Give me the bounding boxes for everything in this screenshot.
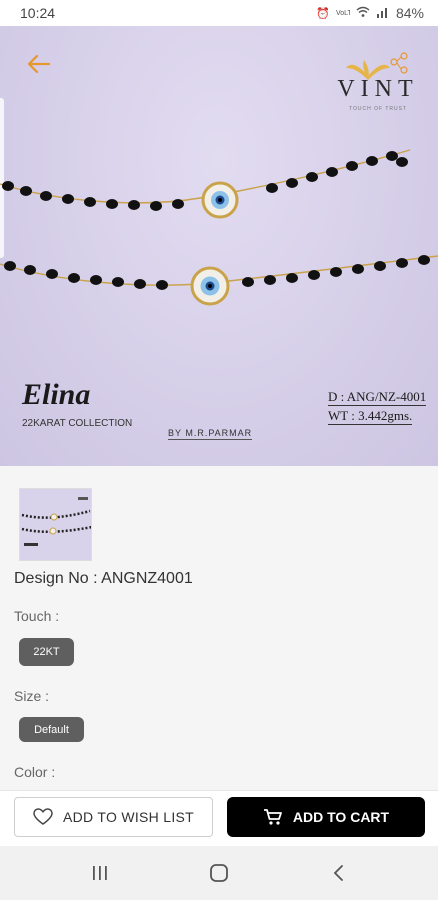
- recent-apps-icon: [92, 866, 107, 880]
- svg-text:VoLTE: VoLTE: [336, 10, 350, 17]
- wifi-icon: [356, 6, 370, 21]
- volte-icon: VoLTE: [336, 6, 357, 21]
- battery-level: 84%: [395, 5, 424, 21]
- upper-evil-eye: [201, 181, 239, 219]
- bracelets-illustration: [0, 149, 438, 306]
- status-time: 10:24: [20, 5, 56, 21]
- size-option-default[interactable]: Default: [19, 717, 84, 742]
- collection-title: Elina: [22, 378, 91, 411]
- touch-label: Touch :: [14, 608, 60, 624]
- add-to-wishlist-button[interactable]: ADD TO WISH LIST: [14, 797, 213, 837]
- weight-label: WT : 3.442gms.: [328, 408, 413, 425]
- back-button[interactable]: [22, 50, 54, 78]
- design-code-label: D : ANG/NZ-4001: [328, 389, 427, 406]
- touch-option-22kt[interactable]: 22KT: [19, 638, 74, 666]
- signal-icon: [376, 6, 390, 21]
- back-nav-button[interactable]: [308, 853, 368, 893]
- add-to-cart-button[interactable]: ADD TO CART: [227, 797, 425, 837]
- status-icons: ⏰ VoLTE 84%: [316, 5, 424, 21]
- color-label: Color :: [14, 764, 56, 780]
- cart-label: ADD TO CART: [292, 809, 390, 825]
- brand-name: VINT: [337, 76, 419, 102]
- alarm-icon: ⏰: [316, 7, 330, 20]
- thumbnail-image: [20, 489, 91, 560]
- product-thumbnail[interactable]: [19, 488, 92, 561]
- collection-subtitle: 22KARAT COLLECTION: [22, 418, 133, 429]
- action-bar: ADD TO WISH LIST ADD TO CART: [0, 790, 438, 846]
- chevron-left-icon: [334, 865, 344, 881]
- status-bar: 10:24 ⏰ VoLTE 84%: [0, 0, 438, 26]
- arrow-left-icon: [27, 54, 51, 74]
- home-button[interactable]: [189, 853, 249, 893]
- home-icon: [210, 864, 228, 882]
- system-nav-bar: [0, 846, 438, 900]
- product-details: Design No : ANGNZ4001 Touch : 22KT Size …: [0, 466, 438, 790]
- lower-evil-eye: [190, 266, 230, 306]
- brand-tagline: TOUCH OF TRUST: [349, 106, 407, 112]
- recent-apps-button[interactable]: [70, 853, 130, 893]
- wishlist-label: ADD TO WISH LIST: [62, 809, 195, 825]
- designer-byline: BY M.R.PARMAR: [168, 428, 253, 440]
- product-image: VINT TOUCH OF TRUST Elina 22KARAT COLLEC…: [0, 26, 438, 466]
- design-number: Design No : ANGNZ4001: [14, 570, 193, 587]
- size-label: Size :: [14, 688, 50, 704]
- cart-icon: [263, 809, 282, 825]
- heart-icon: [33, 808, 53, 825]
